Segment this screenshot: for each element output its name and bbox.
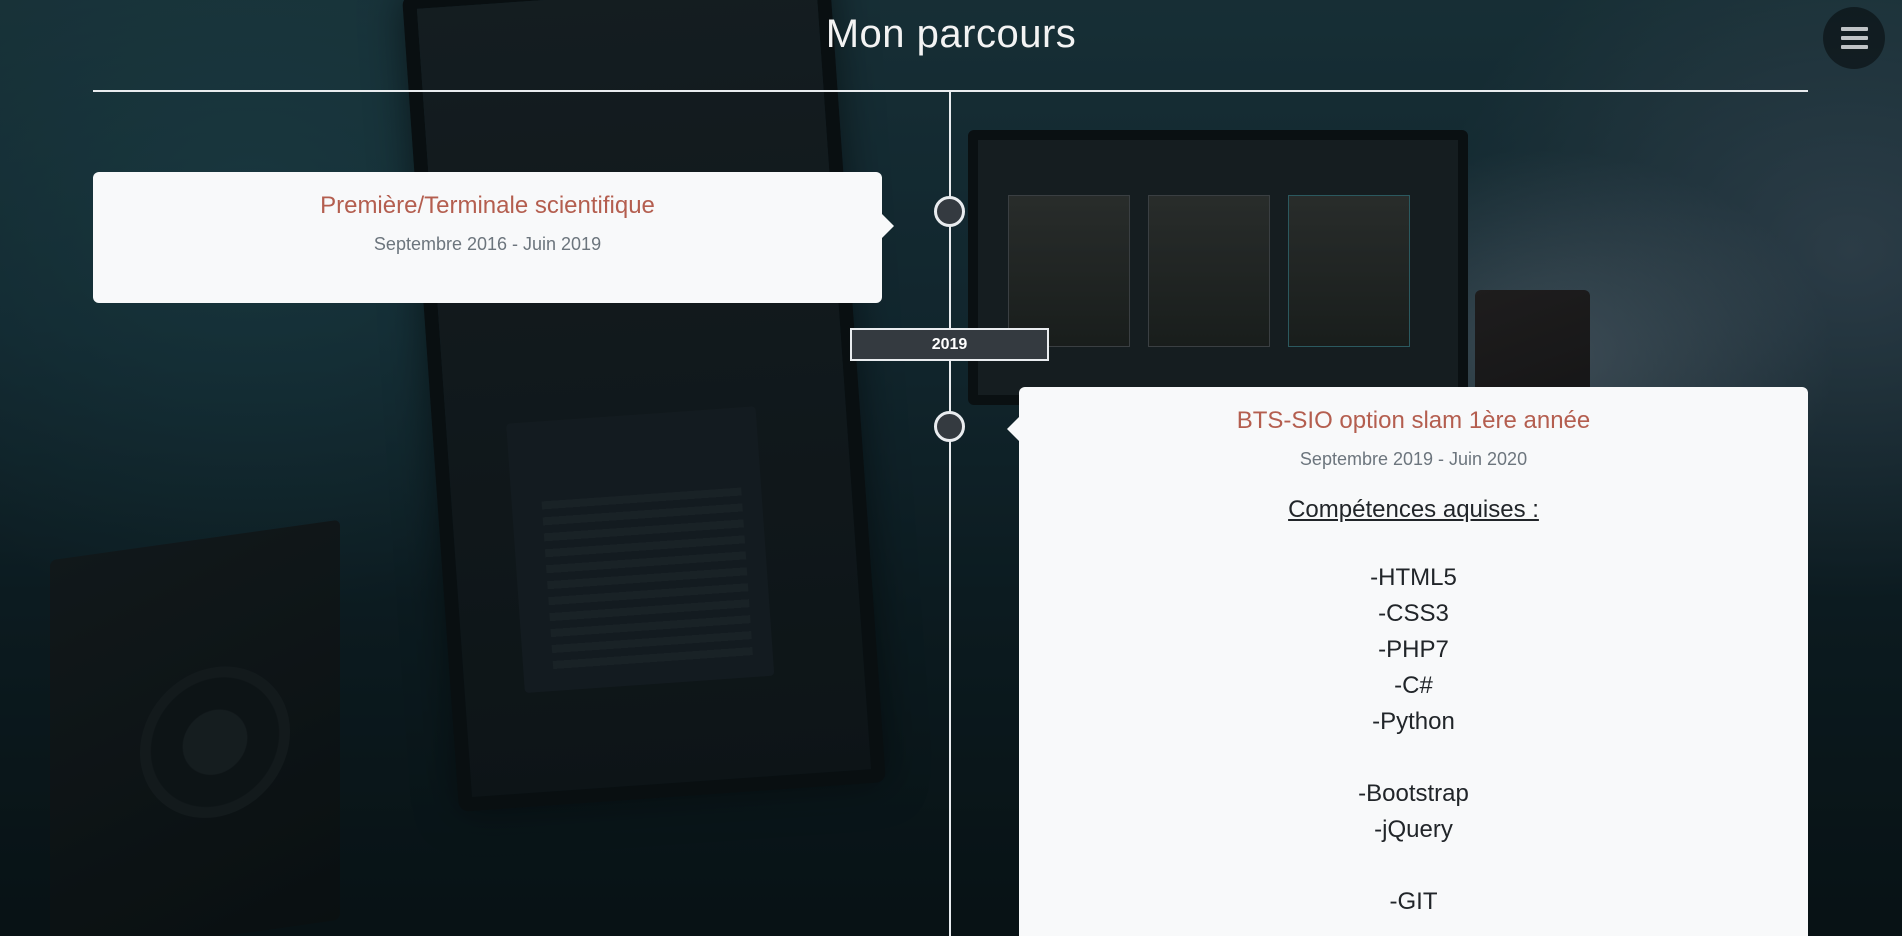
card-dates: Septembre 2019 - Juin 2020 — [1299, 449, 1528, 469]
timeline-card-bts: BTS-SIO option slam 1ère année Septembre… — [1007, 387, 1808, 936]
skill-item: -jQuery — [1374, 816, 1453, 843]
skill-item: -GIT — [1389, 888, 1438, 915]
skill-item: -HTML5 — [1370, 564, 1457, 591]
timeline-card-lycee: Première/Terminale scientifique Septembr… — [93, 172, 894, 303]
timeline-node — [934, 196, 965, 227]
card-title: BTS-SIO option slam 1ère année — [1236, 407, 1591, 434]
page-title: Mon parcours — [825, 12, 1077, 56]
skill-item: -C# — [1394, 672, 1433, 699]
menu-button[interactable] — [1823, 7, 1885, 69]
timeline-node — [934, 411, 965, 442]
skills-list: -HTML5 -CSS3 -PHP7 -C# -Python -Bootstra… — [1019, 560, 1808, 920]
skill-item: -CSS3 — [1378, 600, 1449, 627]
year-badge: 2019 — [850, 328, 1049, 361]
skill-item: -Python — [1372, 708, 1455, 735]
skills-heading: Compétences aquises : — [1288, 496, 1539, 523]
card-dates: Septembre 2016 - Juin 2019 — [373, 234, 602, 254]
skill-item: -Bootstrap — [1358, 780, 1469, 807]
card-title: Première/Terminale scientifique — [320, 192, 655, 219]
skill-item: -PHP7 — [1378, 636, 1449, 663]
